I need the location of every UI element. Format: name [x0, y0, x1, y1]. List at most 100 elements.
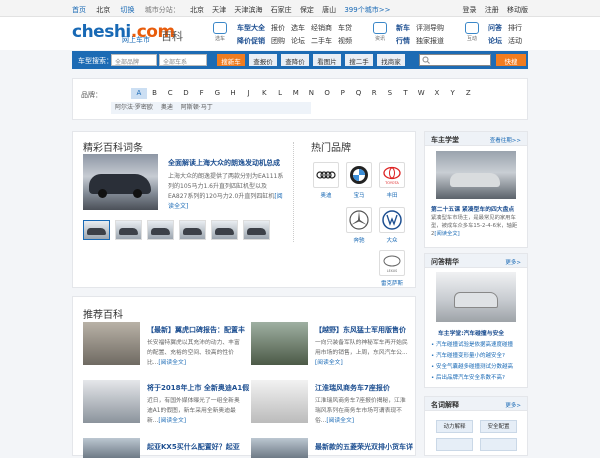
nav-link[interactable]: 团购: [271, 35, 285, 48]
nav-interact-icon[interactable]: 互动: [462, 22, 482, 42]
search-used-car-button[interactable]: 搜二手: [345, 54, 373, 66]
nav-link[interactable]: 视频: [338, 35, 352, 48]
letter-b[interactable]: B: [147, 88, 163, 99]
read-more-link[interactable]: [阅读全文]: [315, 360, 343, 366]
featured-thumb[interactable]: [115, 220, 142, 240]
recommended-image[interactable]: [251, 438, 308, 458]
hot-brand-audi[interactable]: 奥迪: [312, 162, 340, 199]
series-select[interactable]: 全部车系: [159, 54, 207, 66]
letter-f[interactable]: F: [194, 88, 210, 99]
register-link[interactable]: 注册: [485, 6, 499, 14]
city-link[interactable]: 北京: [190, 6, 204, 14]
nav-link[interactable]: 评测导购: [416, 22, 444, 35]
sub-brand-link[interactable]: 阿尔法·罗密欧: [115, 104, 153, 111]
qa-image[interactable]: [436, 272, 516, 322]
letter-r[interactable]: R: [366, 88, 382, 99]
read-more-link[interactable]: [阅读全文]: [434, 231, 459, 237]
city-link[interactable]: 石家庄: [271, 6, 292, 14]
hot-brand-benz[interactable]: 奔驰: [345, 207, 373, 244]
nav-link[interactable]: 新车: [396, 22, 410, 35]
recommended-headline[interactable]: 最新款的五菱荣光双排小货车详: [315, 442, 413, 452]
recommended-image[interactable]: [251, 322, 308, 365]
letter-d[interactable]: D: [178, 88, 194, 99]
recommended-image[interactable]: [83, 438, 140, 458]
more-cities-link[interactable]: 399个城市>>: [344, 6, 390, 14]
nav-link[interactable]: 活动: [508, 35, 522, 48]
featured-thumb[interactable]: [211, 220, 238, 240]
school-headline[interactable]: 第二十五课 紧凑型车的四大盘点: [431, 204, 525, 213]
home-link[interactable]: 首页: [72, 6, 86, 14]
nav-link[interactable]: 行情: [396, 35, 410, 48]
letter-s[interactable]: S: [382, 88, 398, 99]
recommended-headline[interactable]: 江淮瑞风商务车7座报价: [315, 383, 390, 393]
letter-p[interactable]: P: [335, 88, 351, 99]
switch-city-link[interactable]: 切换: [120, 6, 134, 14]
letter-n[interactable]: N: [304, 88, 320, 99]
mobile-version-link[interactable]: 移动版: [507, 6, 528, 14]
city-link[interactable]: 天津滨海: [234, 6, 262, 14]
read-more-link[interactable]: [阅读全文]: [158, 418, 186, 424]
nav-car-icon[interactable]: 选车: [210, 22, 230, 42]
nav-link[interactable]: 报价: [271, 22, 285, 35]
featured-thumb[interactable]: [147, 220, 174, 240]
search-new-car-button[interactable]: 搜新车: [217, 54, 245, 66]
qa-headline[interactable]: 车主学堂:汽车碰撞与安全: [438, 328, 504, 337]
letter-z[interactable]: Z: [460, 88, 476, 99]
nav-link[interactable]: 独家报道: [416, 35, 444, 48]
quick-search-input[interactable]: [419, 54, 491, 66]
letter-y[interactable]: Y: [445, 88, 461, 99]
nav-link[interactable]: 二手车: [311, 35, 332, 48]
hot-brand-vw[interactable]: 大众: [378, 207, 406, 244]
read-more-link[interactable]: [阅读全文]: [326, 418, 354, 424]
letter-a[interactable]: A: [131, 88, 147, 99]
featured-headline[interactable]: 全面解读上海大众的朗逸发动机总成: [168, 158, 280, 168]
featured-thumb[interactable]: [83, 220, 110, 240]
hot-brand-toyota[interactable]: TOYOTA 丰田: [378, 162, 406, 199]
qa-item[interactable]: • 安全气囊越多碰撞测试分数越高: [431, 362, 513, 370]
read-more-link[interactable]: [阅读全文]: [158, 360, 186, 366]
recommended-image[interactable]: [83, 380, 140, 423]
recommended-image[interactable]: [251, 380, 308, 423]
qa-item[interactable]: • 后出品牌汽车安全系数不高?: [431, 373, 505, 381]
school-image[interactable]: [436, 151, 516, 199]
letter-x[interactable]: X: [429, 88, 445, 99]
term-button[interactable]: [480, 438, 517, 451]
terms-more-link[interactable]: 更多>: [505, 401, 521, 409]
login-link[interactable]: 登录: [463, 6, 477, 14]
letter-c[interactable]: C: [162, 88, 178, 99]
city-link[interactable]: 天津: [212, 6, 226, 14]
school-more-link[interactable]: 查看往期>>: [490, 136, 521, 144]
nav-link[interactable]: 选车: [291, 22, 305, 35]
find-dealer-button[interactable]: 找商家: [377, 54, 405, 66]
city-link[interactable]: 唐山: [322, 6, 336, 14]
letter-k[interactable]: K: [257, 88, 273, 99]
letter-m[interactable]: M: [288, 88, 304, 99]
letter-w[interactable]: W: [413, 88, 429, 99]
city-link[interactable]: 保定: [300, 6, 314, 14]
letter-g[interactable]: G: [209, 88, 225, 99]
term-button[interactable]: 动力解释: [436, 420, 473, 433]
qa-item[interactable]: • 汽车碰撞试验是依据高速度碰撞: [431, 340, 513, 348]
letter-h[interactable]: H: [225, 88, 241, 99]
sub-brand-link[interactable]: 阿斯顿·马丁: [181, 104, 213, 111]
site-logo[interactable]: cheshi.com 网上车市: [72, 22, 175, 44]
check-price-button[interactable]: 查报价: [249, 54, 277, 66]
featured-thumb[interactable]: [179, 220, 206, 240]
term-button[interactable]: [436, 438, 473, 451]
letter-t[interactable]: T: [398, 88, 414, 99]
qa-more-link[interactable]: 更多>: [505, 258, 521, 266]
quick-search-button[interactable]: 快搜: [496, 54, 526, 66]
view-photos-button[interactable]: 看图片: [313, 54, 341, 66]
sub-brand-link[interactable]: 奥迪: [161, 104, 173, 111]
recommended-headline[interactable]: 将于2018年上市 全新奥迪A1假: [147, 383, 249, 393]
recommended-image[interactable]: [83, 322, 140, 365]
recommended-headline[interactable]: 【越野】东风猛士军用版售价: [315, 325, 406, 335]
letter-j[interactable]: J: [241, 88, 257, 99]
nav-link[interactable]: 经销商: [311, 22, 332, 35]
recommended-headline[interactable]: 【最新】翼虎口碑报告：配置丰: [147, 325, 245, 335]
featured-image[interactable]: [83, 154, 158, 210]
nav-link[interactable]: 车型大全: [237, 22, 265, 35]
nav-link[interactable]: 降价促销: [237, 35, 265, 48]
nav-link[interactable]: 排行: [508, 22, 522, 35]
recommended-headline[interactable]: 起亚KX5买什么配置好？起亚: [147, 442, 240, 452]
